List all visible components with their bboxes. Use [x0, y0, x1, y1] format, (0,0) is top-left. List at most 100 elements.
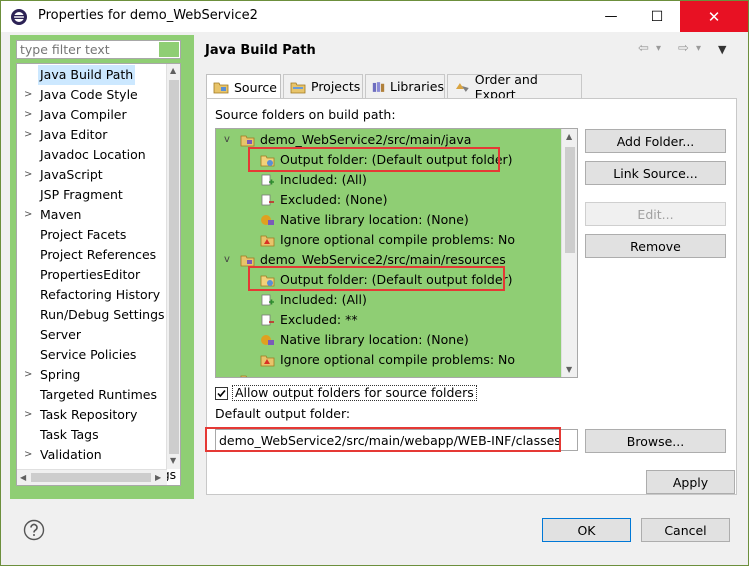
back-menu-icon[interactable]: ▾ — [656, 43, 661, 54]
chevron-right-icon[interactable]: > — [24, 205, 32, 225]
filter-input[interactable] — [17, 41, 157, 58]
tree-item-label: Server — [40, 327, 81, 342]
native-library-icon — [261, 335, 274, 345]
page-navigation: ⇦ ▾ ⇨ ▾ ▼ — [638, 41, 738, 59]
chevron-down-icon[interactable]: v — [224, 250, 230, 270]
chevron-right-icon[interactable]: > — [24, 125, 32, 145]
list-item-text: Excluded: (None) — [280, 192, 388, 207]
checkbox-box[interactable] — [215, 386, 228, 400]
projects-tab-icon — [290, 82, 306, 93]
list-item-text: Ignore optional compile problems: No — [280, 352, 516, 367]
chevron-right-icon[interactable]: > — [24, 405, 32, 425]
tree-horizontal-scrollbar[interactable]: ◀ ▶ — [17, 469, 167, 485]
tab-libraries[interactable]: Libraries — [365, 74, 445, 98]
view-menu-icon[interactable]: ▼ — [718, 43, 726, 56]
list-item-text: Included: (All) — [280, 172, 367, 187]
apply-button[interactable]: Apply — [646, 470, 735, 494]
tree-item-label: Java Compiler — [40, 107, 127, 122]
close-icon: ✕ — [707, 7, 721, 26]
libraries-tab-icon — [372, 81, 385, 92]
list-item-partial[interactable] — [216, 370, 556, 377]
scroll-down-icon[interactable]: ▼ — [170, 456, 176, 465]
ok-button[interactable]: OK — [542, 518, 631, 542]
tree-item-label: JSP Fragment — [40, 187, 123, 202]
list-item[interactable]: Ignore optional compile problems: No — [216, 230, 556, 250]
list-item[interactable]: Excluded: ** — [216, 310, 556, 330]
allow-output-folders-checkbox[interactable]: Allow output folders for source folders — [215, 385, 477, 401]
ignore-problems-icon — [260, 355, 275, 367]
tree-vertical-scrollbar[interactable]: ▲ ▼ — [166, 64, 180, 469]
scroll-down-icon[interactable]: ▼ — [566, 365, 572, 374]
property-page-tree: Java Build Path > Java Code Style > Java… — [16, 63, 181, 486]
source-list-scrollbar[interactable]: ▲ ▼ — [561, 129, 577, 377]
minimize-icon: — — [604, 9, 618, 24]
list-item-text: Included: (All) — [280, 292, 367, 307]
tree-item-label: Validation — [40, 447, 102, 462]
scroll-up-icon[interactable]: ▲ — [566, 132, 572, 141]
scrollbar-thumb[interactable] — [565, 147, 575, 253]
source-tab-icon — [213, 82, 229, 94]
maximize-button[interactable]: ☐ — [634, 1, 680, 32]
scrollbar-thumb[interactable] — [169, 80, 179, 454]
cancel-button[interactable]: Cancel — [641, 518, 730, 542]
chevron-right-icon[interactable]: > — [24, 445, 32, 465]
native-library-icon — [261, 215, 274, 225]
scroll-left-icon[interactable]: ◀ — [20, 473, 26, 482]
ignore-problems-icon — [260, 235, 275, 247]
source-folders-label: Source folders on build path: — [215, 107, 396, 122]
checkbox-label: Allow output folders for source folders — [232, 385, 477, 401]
filter-box — [16, 40, 181, 59]
inclusion-filter-icon — [261, 294, 274, 306]
eclipse-icon — [11, 9, 27, 25]
minimize-button[interactable]: — — [588, 1, 634, 32]
exclusion-filter-icon — [261, 194, 274, 206]
scrollbar-thumb[interactable] — [31, 473, 151, 482]
package-folder-icon — [240, 375, 247, 377]
tree-item-label: Service Policies — [40, 347, 137, 362]
list-item[interactable]: Ignore optional compile problems: No — [216, 350, 556, 370]
tree-item-label: Task Tags — [40, 427, 99, 442]
browse-button[interactable]: Browse... — [585, 429, 726, 453]
tab-source[interactable]: Source — [206, 74, 281, 99]
maximize-icon: ☐ — [650, 8, 664, 25]
tab-projects[interactable]: Projects — [283, 74, 363, 98]
back-arrow-icon[interactable]: ⇦ — [638, 41, 649, 56]
remove-button[interactable]: Remove — [585, 234, 726, 258]
help-icon[interactable] — [23, 519, 45, 541]
title-bar: Properties for demo_WebService2 — ☐ ✕ — [1, 1, 748, 32]
tab-label: Projects — [311, 79, 361, 94]
forward-arrow-icon[interactable]: ⇨ — [678, 41, 689, 56]
properties-dialog: Properties for demo_WebService2 — ☐ ✕ Ja… — [0, 0, 749, 566]
tree-item-label: Java Editor — [40, 127, 108, 142]
scroll-up-icon[interactable]: ▲ — [170, 66, 176, 75]
tree-item-label: Javadoc Location — [40, 147, 146, 162]
list-item[interactable]: Included: (All) — [216, 290, 556, 310]
add-folder-button[interactable]: Add Folder... — [585, 129, 726, 153]
clear-filter-button[interactable] — [159, 42, 179, 57]
tab-order-and-export[interactable]: Order and Export — [447, 72, 582, 102]
tree-item-label: Refactoring History — [40, 287, 161, 302]
annotation-box-output-folder-2 — [248, 266, 505, 291]
forward-menu-icon[interactable]: ▾ — [696, 43, 701, 54]
scroll-right-icon[interactable]: ▶ — [155, 473, 161, 482]
list-item-text: Excluded: ** — [280, 312, 358, 327]
chevron-right-icon[interactable]: > — [24, 85, 32, 105]
tree-item-label: Maven — [40, 207, 82, 222]
link-source-button[interactable]: Link Source... — [585, 161, 726, 185]
chevron-right-icon[interactable]: > — [24, 365, 32, 385]
annotation-box-default-output — [205, 427, 561, 452]
tab-label: Libraries — [390, 79, 444, 94]
list-item[interactable]: Native library location: (None) — [216, 330, 556, 350]
close-button[interactable]: ✕ — [680, 1, 748, 32]
list-item[interactable]: Native library location: (None) — [216, 210, 556, 230]
tab-label: Order and Export — [474, 71, 538, 102]
package-folder-icon — [240, 135, 255, 147]
chevron-right-icon[interactable]: > — [24, 105, 32, 125]
tree-item-label: PropertiesEditor — [40, 267, 141, 282]
tree-item-java-build-path[interactable]: Java Build Path — [17, 65, 167, 85]
chevron-down-icon[interactable]: v — [224, 130, 230, 150]
chevron-right-icon[interactable]: > — [24, 165, 32, 185]
edit-button[interactable]: Edit... — [585, 202, 726, 226]
list-item[interactable]: Included: (All) — [216, 170, 556, 190]
list-item[interactable]: Excluded: (None) — [216, 190, 556, 210]
